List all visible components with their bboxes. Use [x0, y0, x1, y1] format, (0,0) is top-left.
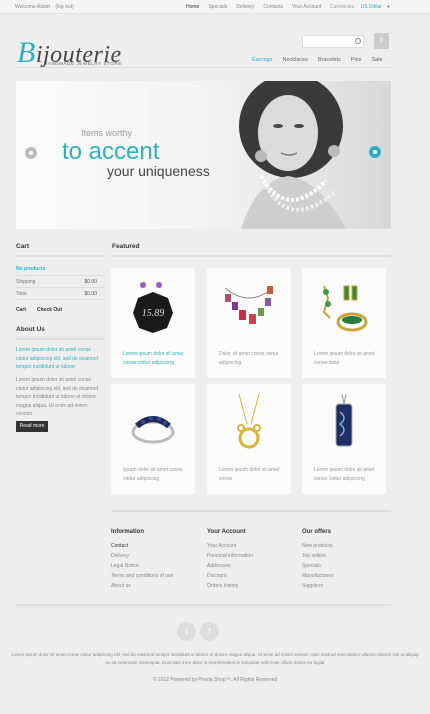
- product-price-tag: 15.89: [142, 308, 165, 319]
- top-bar: Welcome Adam (log out) Home Specials Del…: [0, 0, 430, 14]
- product-card[interactable]: 15.89 Lorem ipsum dolor sit amet conse c…: [111, 268, 195, 378]
- banner-line-3: your uniqueness: [107, 163, 210, 179]
- currency-value[interactable]: US Dollar: [361, 4, 382, 10]
- featured-title-divider: [112, 255, 391, 257]
- facebook-icon[interactable]: f: [200, 622, 219, 641]
- footer-link[interactable]: Suppliers: [302, 581, 392, 591]
- product-image: [322, 285, 368, 332]
- product-description[interactable]: Ipsum dolor sit amet conse ctetur adipis…: [123, 466, 187, 483]
- footer-link[interactable]: Terms and conditions of use: [111, 571, 201, 581]
- top-nav-contacts[interactable]: Contacts: [263, 4, 283, 10]
- footer-link[interactable]: Delivery: [111, 551, 201, 561]
- about-title: About Us: [16, 326, 45, 333]
- slider-next-button[interactable]: [369, 146, 381, 158]
- checkout-link[interactable]: Check Out: [37, 307, 62, 313]
- footer-link[interactable]: Discount: [207, 571, 297, 581]
- nav-bracelets[interactable]: Bracelets: [318, 57, 341, 63]
- about-body-text: Lorem ipsum dolor sit amet conse ctetur …: [16, 377, 98, 417]
- top-nav: Home Specials Delivery Contacts Your Acc…: [186, 4, 321, 10]
- no-products-text: No products: [16, 266, 46, 272]
- twitter-icon[interactable]: t: [177, 622, 196, 641]
- product-description[interactable]: Dolor sit amet conse ctetur adipiscing: [219, 350, 283, 367]
- footer-link[interactable]: Your Account: [207, 541, 297, 551]
- footer-link[interactable]: Top sellers: [302, 551, 392, 561]
- footer-column-information: Information Contact Delivery Legal Notic…: [111, 529, 201, 591]
- featured-bottom-divider: [112, 510, 391, 512]
- product-image: [335, 394, 353, 447]
- footer-link[interactable]: Legal Notice: [111, 561, 201, 571]
- currency-selector[interactable]: Currencies US Dollar ▼: [330, 4, 390, 10]
- tagline: HANDMADE JEWELRY STORE: [44, 61, 122, 66]
- total-label: Total: [16, 291, 27, 297]
- top-nav-specials[interactable]: Specials: [208, 4, 227, 10]
- shipping-label: Shipping: [16, 279, 36, 285]
- search-icon[interactable]: [355, 38, 361, 44]
- footer-link[interactable]: Specials: [302, 561, 392, 571]
- product-image: [131, 416, 175, 444]
- footer-disclaimer: Lorem ipsum dolor sit amet conse ctetur …: [11, 652, 419, 665]
- top-nav-delivery[interactable]: Delivery: [236, 4, 254, 10]
- banner-line-2: to accent: [62, 138, 160, 165]
- banner-line-1: Items worthy: [81, 128, 133, 138]
- footer-column-account: Your Account Your Account Personal infor…: [207, 529, 297, 591]
- slider-prev-button[interactable]: [25, 147, 37, 159]
- product-card[interactable]: Dolor sit amet conse ctetur adipiscing: [207, 268, 291, 378]
- footer-title: Information: [111, 529, 144, 535]
- product-card[interactable]: Lorem ipsum dolor sit amet conse ctetur …: [302, 384, 386, 494]
- top-nav-home[interactable]: Home: [186, 4, 199, 10]
- hero-banner[interactable]: Items worthy to accent your uniqueness: [16, 81, 391, 229]
- product-card[interactable]: Ipsum dolor sit amet conse ctetur adipis…: [111, 384, 195, 494]
- product-description[interactable]: Lorem ipsum dolor sit amet conse ctetur …: [123, 350, 187, 367]
- nav-necklaces[interactable]: Necklaces: [282, 57, 307, 63]
- total-value: $0.00: [84, 291, 97, 297]
- footer-link[interactable]: Personal information: [207, 551, 297, 561]
- nav-sale[interactable]: Sale: [372, 57, 383, 63]
- logo-initial: B: [17, 36, 36, 69]
- nav-pins[interactable]: Pins: [351, 57, 362, 63]
- divider: [16, 287, 104, 288]
- footer-link[interactable]: New products: [302, 541, 392, 551]
- product-image: [237, 394, 261, 449]
- cart-title-divider: [16, 255, 104, 257]
- footer-link[interactable]: Contact: [111, 541, 201, 551]
- product-image: 15.89: [133, 281, 173, 333]
- product-card[interactable]: Lorem ipsum dolor sit amet conse: [207, 384, 291, 494]
- product-description[interactable]: Lorem ipsum dolor sit amet conse ctetur …: [314, 466, 378, 483]
- about-lead-text: Lorem ipsum dolor sit amet conse ctetur …: [16, 347, 98, 370]
- cart-button[interactable]: 0: [374, 33, 389, 49]
- product-description[interactable]: Lorem ipsum dolor sit amet conse: [219, 466, 283, 483]
- footer-link[interactable]: Orders history: [207, 581, 297, 591]
- divider: [16, 299, 104, 300]
- footer-link[interactable]: Addresses: [207, 561, 297, 571]
- welcome-text: Welcome Adam: [15, 4, 50, 10]
- footer-title: Your Account: [207, 529, 246, 535]
- footer-divider: [16, 604, 391, 606]
- copyright-text: © 2012 Powered by Presta Shop™. All Righ…: [152, 677, 278, 683]
- currency-label: Currencies: [330, 4, 355, 10]
- main-nav: Earrings Necklaces Bracelets Pins Sale: [252, 57, 383, 63]
- footer-column-offers: Our offers New products Top sellers Spec…: [302, 529, 392, 591]
- read-more-button[interactable]: Read more: [16, 421, 48, 432]
- cart-title: Cart: [16, 243, 30, 250]
- footer-title: Our offers: [302, 529, 332, 535]
- top-nav-account[interactable]: Your Account: [292, 4, 321, 10]
- cart-link[interactable]: Cart: [16, 307, 26, 313]
- nav-divider: [15, 67, 391, 68]
- divider: [16, 275, 104, 276]
- product-description[interactable]: Lorem ipsum dolor sit amet consectetur: [314, 350, 378, 367]
- welcome-block: Welcome Adam (log out): [15, 4, 78, 10]
- footer-link[interactable]: About us: [111, 581, 201, 591]
- product-image: [224, 286, 274, 324]
- product-card[interactable]: Lorem ipsum dolor sit amet consectetur: [302, 268, 386, 378]
- chevron-down-icon[interactable]: ▼: [386, 4, 390, 9]
- footer-link[interactable]: Manufacturers: [302, 571, 392, 581]
- nav-earrings[interactable]: Earrings: [252, 57, 272, 63]
- about-title-divider: [16, 338, 104, 340]
- shipping-value: $0.00: [84, 279, 97, 285]
- logout-link[interactable]: (log out): [55, 4, 73, 10]
- featured-title: Featured: [112, 243, 140, 250]
